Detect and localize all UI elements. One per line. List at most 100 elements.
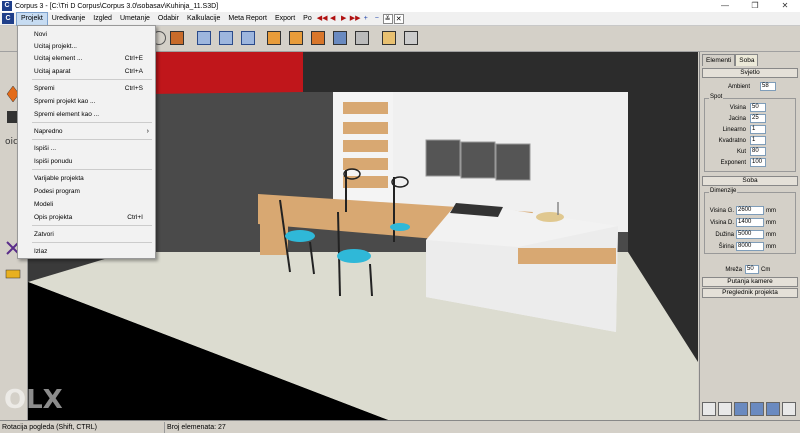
menu-item-opis-projekta[interactable]: Opis projekta Ctrl+I xyxy=(18,211,155,223)
filter-button[interactable]: ≚ xyxy=(382,13,393,24)
panel-tabs: Elementi Soba xyxy=(702,54,759,66)
menu-separator xyxy=(32,225,152,226)
menu-item-zatvori[interactable]: Zatvori xyxy=(18,228,155,240)
visina-g-field[interactable]: 2600 xyxy=(736,206,764,215)
menu-item-ispisi[interactable]: Ispiši ... xyxy=(18,142,155,154)
view-front-icon[interactable] xyxy=(195,29,213,47)
sink xyxy=(536,212,564,222)
linearno-field[interactable]: 1 xyxy=(750,125,766,134)
menu-item-ucitaj-projekt[interactable]: Ucitaj projekt... xyxy=(18,40,155,52)
soba-button[interactable]: Soba xyxy=(702,176,798,186)
window-title: Corpus 3 - [C:\Tri D Corpus\Corpus 3.0\s… xyxy=(15,2,219,10)
menu-umetanje[interactable]: Umetanje xyxy=(116,12,154,26)
kut-field[interactable]: 80 xyxy=(750,147,766,156)
monitor2-icon[interactable] xyxy=(750,402,764,416)
visina-d-label: Visina D. xyxy=(710,219,734,226)
dimenzije-group-label: Dimenzije xyxy=(709,188,738,194)
exponent-label: Exponent xyxy=(720,159,746,166)
mreza-field[interactable]: 50 xyxy=(745,265,759,274)
catalog-icon[interactable] xyxy=(718,402,732,416)
nav-last-button[interactable]: ▶▶ xyxy=(350,14,361,24)
nav-next-button[interactable]: ▶ xyxy=(339,14,349,24)
menu-separator xyxy=(32,242,152,243)
visina-label: Visina xyxy=(729,104,746,111)
mreza-label: Mreža xyxy=(725,266,742,273)
view-right-icon[interactable] xyxy=(239,29,257,47)
maximize-button[interactable]: ❐ xyxy=(740,0,770,12)
menu-app-logo[interactable]: C xyxy=(2,13,14,24)
menu-item-spremi-projekt-kao[interactable]: Spremi projekt kao ... xyxy=(18,95,155,107)
status-hint: Rotacija pogleda (Shift, CTRL) xyxy=(0,421,165,433)
monitor-icon[interactable] xyxy=(734,402,748,416)
close-doc-button[interactable]: ✕ xyxy=(393,13,404,24)
menu-projekt[interactable]: Projekt xyxy=(16,11,48,26)
kvadratno-field[interactable]: 1 xyxy=(750,136,766,145)
monitor3-icon[interactable] xyxy=(766,402,780,416)
menu-item-spremi[interactable]: Spremi Ctrl+S xyxy=(18,82,155,94)
jacina-field[interactable]: 25 xyxy=(750,114,766,123)
projekt-dropdown-menu: Novi Ucitaj projekt... Ucitaj element ..… xyxy=(17,25,156,259)
menu-uredivanje[interactable]: Uredivanje xyxy=(48,12,89,26)
tab-elementi[interactable]: Elementi xyxy=(702,54,736,66)
view-left-icon[interactable] xyxy=(217,29,235,47)
close-button[interactable]: ✕ xyxy=(770,0,800,12)
sirina-field[interactable]: 8000 xyxy=(736,242,764,251)
menu-item-ucitaj-aparat[interactable]: Ucitaj aparat Ctrl+A xyxy=(18,65,155,77)
menu-item-modeli[interactable]: Modeli xyxy=(18,198,155,210)
visina-g-unit: mm xyxy=(766,207,776,214)
wall-tool-icon[interactable] xyxy=(3,264,23,286)
submenu-arrow-icon: › xyxy=(146,127,149,135)
exponent-field[interactable]: 100 xyxy=(750,158,766,167)
element-tool-icon[interactable] xyxy=(265,29,283,47)
ambient-label: Ambient xyxy=(727,83,750,90)
remove-button[interactable]: − xyxy=(372,14,382,24)
monitor-tool-icon[interactable] xyxy=(331,29,349,47)
library-icon[interactable] xyxy=(702,402,716,416)
preglednik-projekta-button[interactable]: Preglednik projekta xyxy=(702,288,798,298)
grid-icon[interactable] xyxy=(782,402,796,416)
minimize-button[interactable]: — xyxy=(710,0,740,12)
app-icon: C xyxy=(2,1,12,11)
menu-item-izlaz[interactable]: Izlaz xyxy=(18,245,155,257)
settings-tool-icon[interactable] xyxy=(402,29,420,47)
title-bar: C Corpus 3 - [C:\Tri D Corpus\Corpus 3.0… xyxy=(0,0,800,12)
menu-item-spremi-element-kao[interactable]: Spremi element kao ... xyxy=(18,108,155,120)
menu-item-varijable-projekta[interactable]: Varijable projekta xyxy=(18,172,155,184)
visina-d-field[interactable]: 1400 xyxy=(736,218,764,227)
ambient-field[interactable]: 58 xyxy=(760,82,776,91)
menu-izgled[interactable]: Izgled xyxy=(89,12,116,26)
putanja-kamere-button[interactable]: Putanja kamere xyxy=(702,277,798,287)
menu-po[interactable]: Po xyxy=(299,12,316,26)
duzina-unit: mm xyxy=(766,231,776,238)
add-button[interactable]: + xyxy=(361,14,371,24)
sirina-unit: mm xyxy=(766,243,776,250)
nav-first-button[interactable]: ◀◀ xyxy=(317,14,328,24)
cabinet-tool-icon[interactable] xyxy=(168,29,186,47)
menu-odabir[interactable]: Odabir xyxy=(154,12,183,26)
sirina-label: Širina xyxy=(718,243,734,250)
menu-kalkulacije[interactable]: Kalkulacije xyxy=(183,12,224,26)
menu-item-podesi-program[interactable]: Podesi program xyxy=(18,185,155,197)
kvadratno-label: Kvadratno xyxy=(718,137,746,144)
jacina-label: Jacina xyxy=(728,115,746,122)
menu-item-ucitaj-element[interactable]: Ucitaj element ... Ctrl+E xyxy=(18,52,155,64)
status-bar: Rotacija pogleda (Shift, CTRL) Broj elem… xyxy=(0,420,800,433)
duzina-label: Dužina xyxy=(715,231,734,238)
menu-export[interactable]: Export xyxy=(271,12,299,26)
menu-item-novi[interactable]: Novi xyxy=(18,28,155,40)
element3-tool-icon[interactable] xyxy=(309,29,327,47)
svjetlo-button[interactable]: Svjetlo xyxy=(702,68,798,78)
menu-separator xyxy=(32,122,152,123)
edit-tool-icon[interactable] xyxy=(380,29,398,47)
nav-prev-button[interactable]: ◀ xyxy=(328,14,338,24)
visina-field[interactable]: 50 xyxy=(750,103,766,112)
element2-tool-icon[interactable] xyxy=(287,29,305,47)
properties-panel: Elementi Soba Svjetlo Ambient 58 Spot Vi… xyxy=(699,52,800,420)
device-tool-icon[interactable] xyxy=(353,29,371,47)
menu-item-napredno[interactable]: Napredno › xyxy=(18,125,155,137)
duzina-field[interactable]: 5000 xyxy=(736,230,764,239)
tab-soba[interactable]: Soba xyxy=(735,54,759,66)
menu-meta-report[interactable]: Meta Report xyxy=(224,12,271,26)
spot-group-label: Spot xyxy=(709,94,724,100)
menu-item-ispisi-ponudu[interactable]: Ispiši ponudu xyxy=(18,155,155,167)
